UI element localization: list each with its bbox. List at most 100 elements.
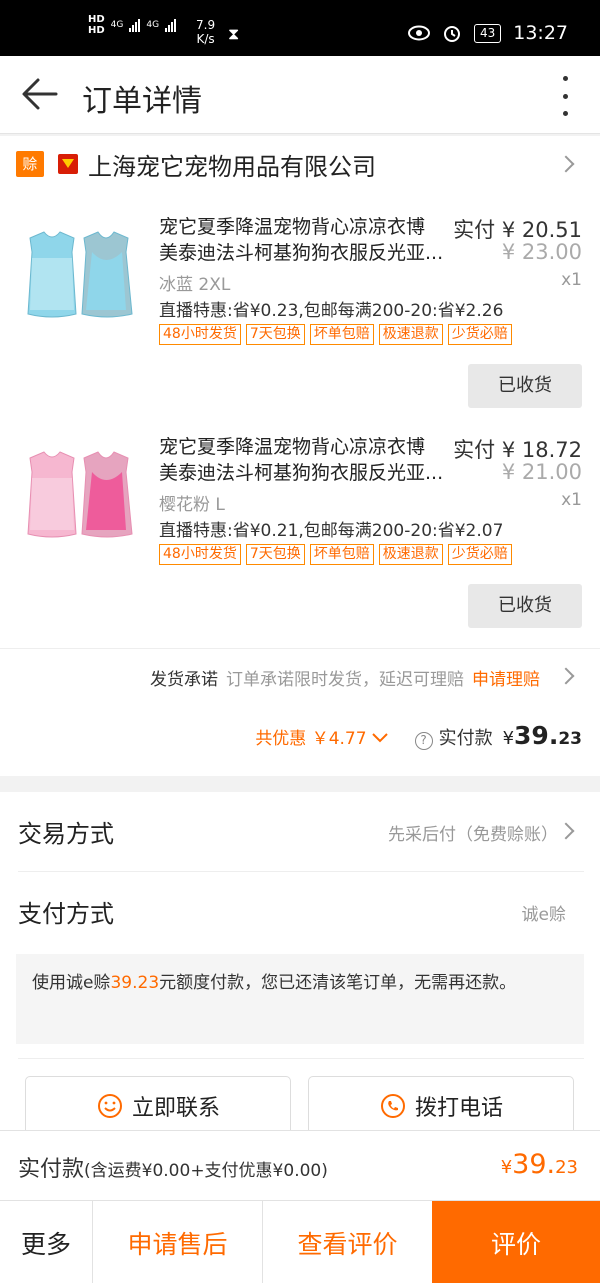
more-button[interactable]: 更多 bbox=[0, 1201, 92, 1283]
alarm-icon bbox=[443, 26, 460, 42]
payment-method-value: 诚e赊 bbox=[521, 905, 566, 925]
net-speed: 7.9 K/s bbox=[196, 18, 215, 46]
service-tag: 7天包换 bbox=[245, 324, 305, 345]
status-bar: HD HD 4G 4G 7.9 K/s ⧗ 43 13:27 bbox=[0, 0, 600, 56]
payment-total-bar: 实付款(含运费¥0.00+支付优惠¥0.00) ¥39.23 bbox=[0, 1130, 600, 1200]
payment-note: 使用诚e赊39.23元额度付款，您已还清该笔订单，无需再还款。 bbox=[16, 954, 584, 1044]
view-review-button[interactable]: 查看评价 bbox=[262, 1201, 432, 1283]
product-name-line2: 美泰迪法斗柯基狗狗衣服反光亚... bbox=[159, 242, 444, 264]
review-button[interactable]: 评价 bbox=[432, 1201, 600, 1283]
product-name-line1: 宠它夏季降温宠物背心凉凉衣博 bbox=[159, 436, 426, 458]
service-tag: 极速退款 bbox=[378, 324, 443, 345]
paid-price-value: ¥ 20.51 bbox=[501, 218, 582, 242]
signal-icon-2 bbox=[165, 18, 177, 32]
total-amount-dec: 23 bbox=[555, 1157, 578, 1178]
product-name[interactable]: 宠它夏季降温宠物背心凉凉衣博 美泰迪法斗柯基狗狗衣服反光亚... bbox=[159, 214, 449, 266]
divider bbox=[18, 1058, 584, 1059]
service-tags: 48小时发货 7天包换 坏单包赔 极速退款 少货必赔 bbox=[159, 324, 512, 345]
promise-text: 发货承诺 订单承诺限时发货，延迟可理赔 申请理赔 bbox=[150, 665, 540, 690]
call-button[interactable]: 拨打电话 bbox=[308, 1076, 574, 1136]
original-price: ¥ 23.00 bbox=[501, 240, 582, 264]
bottom-action-bar: 更多 申请售后 查看评价 评价 bbox=[0, 1200, 600, 1283]
received-button[interactable]: 已收货 bbox=[468, 364, 582, 408]
paid-label: 实付 bbox=[453, 218, 496, 242]
service-tag: 极速退款 bbox=[378, 544, 443, 565]
hd-label-2: HD bbox=[88, 25, 105, 36]
more-menu-icon[interactable] bbox=[560, 76, 570, 116]
service-tag: 48小时发货 bbox=[159, 544, 241, 565]
network-4g-1: 4G bbox=[110, 20, 124, 30]
network-indicators: HD HD 4G 4G bbox=[88, 14, 177, 36]
chat-smile-icon bbox=[97, 1094, 122, 1118]
delivery-promise-row[interactable]: 发货承诺 订单承诺限时发货，延迟可理赔 申请理赔 bbox=[0, 648, 600, 704]
trade-method-value: 先采后付（免费赊账） bbox=[388, 825, 558, 845]
note-text-1: 使用诚e赊 bbox=[32, 973, 111, 993]
discount-total[interactable]: 共优惠 ￥4.77 bbox=[255, 724, 366, 749]
total-label-main: 实付款 bbox=[18, 1157, 85, 1182]
call-label: 拨打电话 bbox=[414, 1096, 503, 1121]
chevron-right-icon bbox=[557, 667, 575, 685]
shop-header[interactable]: 赊 上海宠它宠物用品有限公司 bbox=[16, 149, 586, 181]
received-button[interactable]: 已收货 bbox=[468, 584, 582, 628]
promise-desc: 订单承诺限时发货，延迟可理赔 bbox=[226, 670, 464, 690]
claim-link[interactable]: 申请理赔 bbox=[472, 670, 540, 690]
after-sales-button[interactable]: 申请售后 bbox=[92, 1201, 262, 1283]
service-tag: 48小时发货 bbox=[159, 324, 241, 345]
paid-label: 实付 bbox=[453, 438, 496, 462]
total-amount-int: 39. bbox=[512, 1149, 556, 1180]
trade-method-row[interactable]: 交易方式 先采后付（免费赊账） bbox=[0, 792, 600, 872]
app-bar: 订单详情 bbox=[0, 56, 600, 134]
contact-label: 立即联系 bbox=[131, 1096, 220, 1121]
chevron-right-icon bbox=[557, 822, 575, 840]
quantity: x1 bbox=[561, 270, 582, 290]
trade-method-label: 交易方式 bbox=[18, 820, 114, 848]
promo-text: 直播特惠:省¥0.23,包邮每满200-20:省¥2.26 bbox=[159, 301, 504, 321]
order-card: 赊 上海宠它宠物用品有限公司 宠它夏季降温宠物背心凉凉衣博 美泰迪法斗柯基狗狗衣… bbox=[0, 136, 600, 776]
service-tags: 48小时发货 7天包换 坏单包赔 极速退款 少货必赔 bbox=[159, 544, 512, 565]
service-tag: 少货必赔 bbox=[447, 324, 512, 345]
clock: 13:27 bbox=[513, 22, 568, 44]
hourglass-icon: ⧗ bbox=[228, 24, 240, 43]
net-speed-value: 7.9 bbox=[196, 18, 216, 32]
order-total: 共优惠 ￥4.77 ? 实付款 ¥ 39. 23 bbox=[255, 721, 582, 750]
contact-seller-button[interactable]: 立即联系 bbox=[25, 1076, 291, 1136]
total-amount: ¥39.23 bbox=[501, 1149, 578, 1180]
net-speed-unit: K/s bbox=[196, 32, 215, 46]
product-image[interactable] bbox=[18, 218, 142, 336]
currency-symbol: ¥ bbox=[500, 1157, 513, 1178]
total-label: 实付款(含运费¥0.00+支付优惠¥0.00) bbox=[18, 1151, 328, 1183]
back-arrow-icon[interactable] bbox=[20, 74, 60, 114]
paid-total-int: 39. bbox=[514, 721, 559, 750]
battery-level: 43 bbox=[473, 23, 502, 43]
service-tag: 少货必赔 bbox=[447, 544, 512, 565]
credit-badge: 赊 bbox=[16, 151, 44, 177]
network-4g-2: 4G bbox=[146, 20, 160, 30]
service-tag: 7天包换 bbox=[245, 544, 305, 565]
shop-logo-icon bbox=[58, 154, 78, 174]
promo-text: 直播特惠:省¥0.21,包邮每满200-20:省¥2.07 bbox=[159, 521, 504, 541]
product-name-line1: 宠它夏季降温宠物背心凉凉衣博 bbox=[159, 216, 426, 238]
note-amount: 39.23 bbox=[110, 973, 160, 993]
service-tag: 坏单包赔 bbox=[309, 544, 374, 565]
product-name[interactable]: 宠它夏季降温宠物背心凉凉衣博 美泰迪法斗柯基狗狗衣服反光亚... bbox=[159, 434, 449, 486]
product-image[interactable] bbox=[18, 438, 142, 556]
original-price: ¥ 21.00 bbox=[501, 460, 582, 484]
phone-icon bbox=[380, 1094, 405, 1118]
chevron-down-icon[interactable] bbox=[371, 732, 389, 744]
hd-label-1: HD bbox=[88, 14, 105, 25]
payment-section: 交易方式 先采后付（免费赊账） 支付方式 诚e赊 使用诚e赊39.23元额度付款… bbox=[0, 792, 600, 1136]
chevron-right-icon bbox=[557, 155, 575, 173]
page-title: 订单详情 bbox=[82, 84, 202, 119]
shop-name: 上海宠它宠物用品有限公司 bbox=[88, 152, 376, 181]
eye-icon bbox=[407, 25, 430, 41]
paid-total-label: 实付款 bbox=[438, 728, 493, 749]
help-icon[interactable]: ? bbox=[414, 732, 433, 750]
payment-method-row: 支付方式 诚e赊 bbox=[0, 872, 600, 952]
note-text-2: 元额度付款，您已还清该笔订单，无需再还款。 bbox=[159, 973, 517, 993]
signal-icon bbox=[129, 18, 141, 32]
product-spec: 樱花粉 L bbox=[159, 495, 225, 515]
product-name-line2: 美泰迪法斗柯基狗狗衣服反光亚... bbox=[159, 462, 444, 484]
paid-total-dec: 23 bbox=[558, 729, 582, 749]
product-spec: 冰蓝 2XL bbox=[159, 275, 231, 295]
quantity: x1 bbox=[561, 490, 582, 510]
